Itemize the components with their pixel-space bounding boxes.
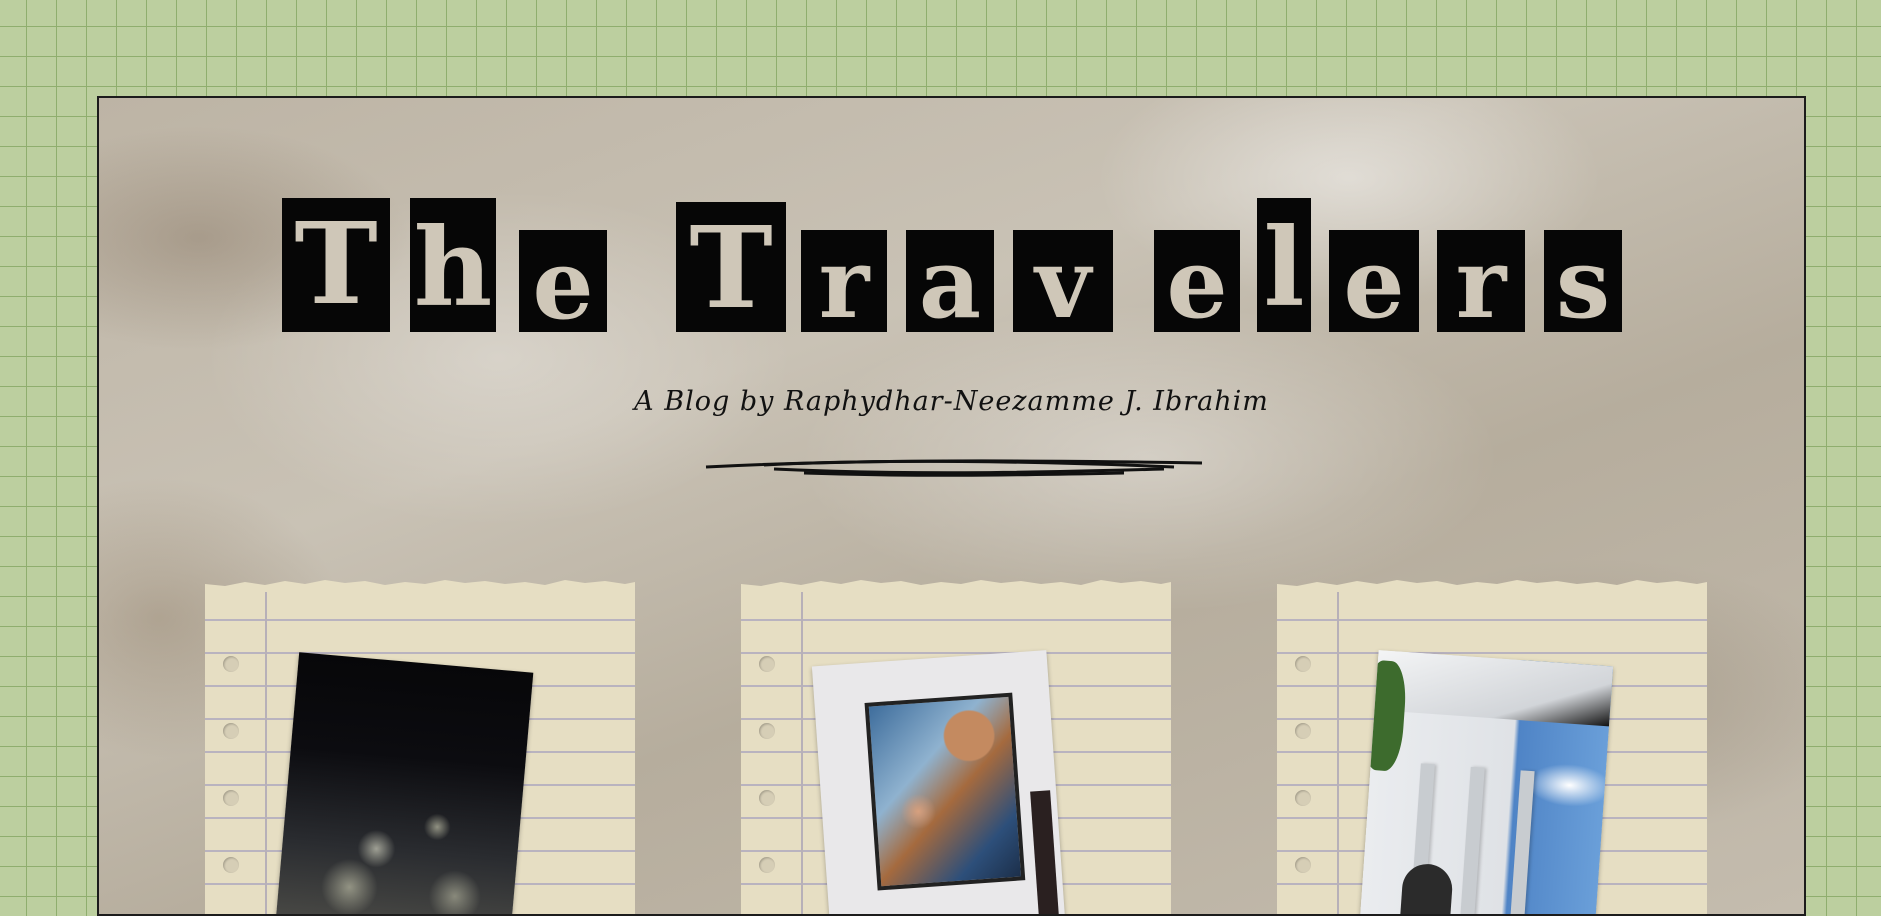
binder-hole — [223, 723, 239, 739]
title-letter: e — [1154, 230, 1240, 332]
title-letter: T — [676, 202, 786, 332]
notebook-card[interactable] — [1277, 580, 1707, 914]
title-letter: e — [519, 230, 607, 332]
binder-hole — [1295, 723, 1311, 739]
blog-header-board: T h e T r a v e l e r s A Blog by Raphyd… — [97, 96, 1806, 916]
framed-poster — [864, 692, 1026, 891]
title-letter: e — [1329, 230, 1419, 332]
notebook-card[interactable] — [741, 580, 1171, 914]
binder-hole — [1295, 656, 1311, 672]
title-letter: h — [410, 198, 496, 332]
torn-paper-edge — [741, 580, 1171, 592]
building-column — [1458, 766, 1485, 914]
torn-paper-edge — [205, 580, 635, 592]
white-building-photo[interactable] — [1359, 650, 1614, 914]
title-letter: l — [1257, 198, 1311, 332]
binder-hole — [759, 656, 775, 672]
binder-hole — [759, 857, 775, 873]
scribble-underline — [705, 459, 1203, 477]
title-letter: r — [1437, 230, 1525, 332]
framed-poster-photo[interactable] — [811, 650, 1066, 914]
building-column — [1508, 770, 1535, 914]
binder-hole — [759, 723, 775, 739]
binder-hole — [1295, 857, 1311, 873]
title-letter: v — [1013, 230, 1113, 332]
blog-title: T h e T r a v e l e r s — [282, 198, 1622, 338]
city-lights-aerial-photo[interactable] — [275, 652, 534, 914]
title-letter: a — [906, 230, 994, 332]
title-letter: s — [1544, 230, 1622, 332]
binder-hole — [1295, 790, 1311, 806]
door-frame — [1030, 790, 1060, 914]
binder-hole — [223, 656, 239, 672]
building-roof — [1374, 650, 1614, 727]
binder-hole — [223, 790, 239, 806]
torn-paper-edge — [1277, 580, 1707, 592]
blog-subtitle: A Blog by Raphydhar-Neezamme J. Ibrahim — [634, 386, 1269, 417]
title-letter: T — [282, 198, 390, 332]
title-letter: r — [801, 230, 887, 332]
tree — [1360, 659, 1408, 772]
notebook-card[interactable] — [205, 580, 635, 914]
binder-hole — [223, 857, 239, 873]
building-doorway — [1398, 862, 1454, 914]
binder-hole — [759, 790, 775, 806]
